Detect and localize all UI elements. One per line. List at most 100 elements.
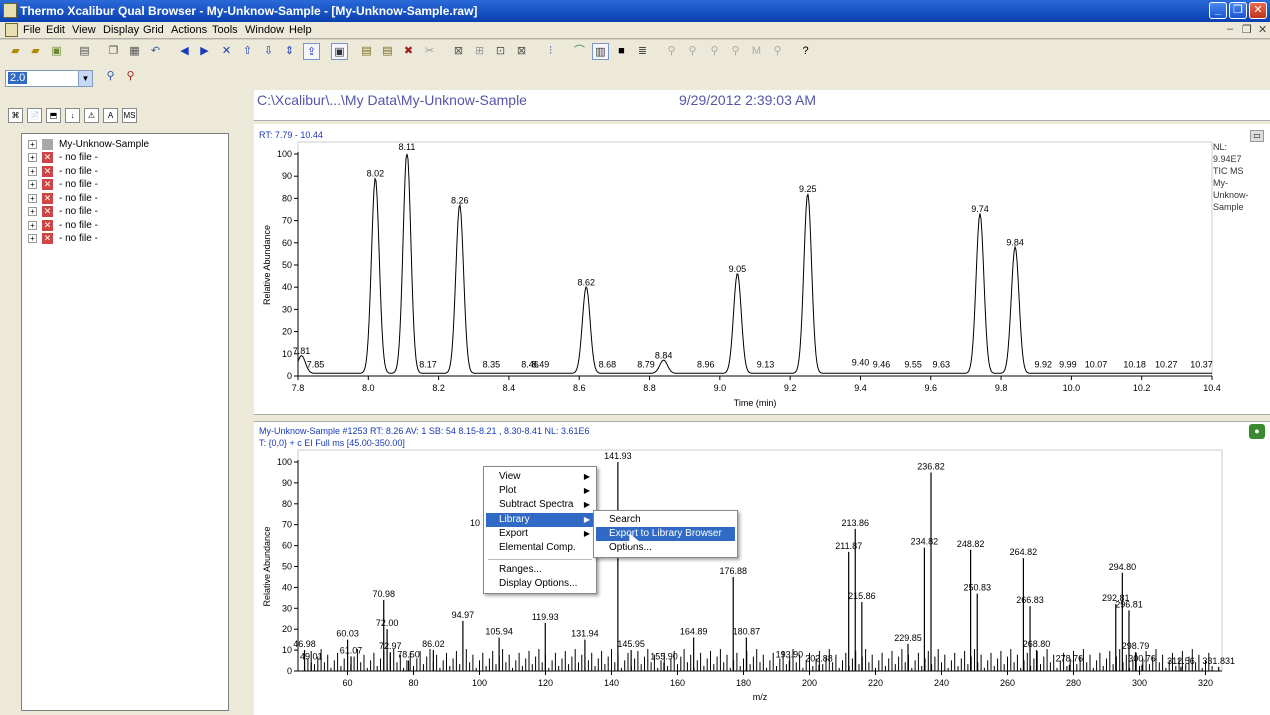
menu-item-export-to-library-browser[interactable]: Export to Library Browser: [596, 527, 735, 541]
mdi-close-button[interactable]: ✕: [1258, 23, 1267, 36]
tree-item-no-file[interactable]: + ✕ - no file -: [28, 233, 98, 246]
no-file-icon: ✕: [42, 166, 53, 177]
peak-tool-4-icon: ⚲: [731, 45, 740, 57]
zoom-factor-dropdown[interactable]: 2.0 ▼: [5, 70, 93, 87]
expand-icon[interactable]: +: [28, 180, 37, 189]
menu-item-options[interactable]: Options...: [596, 541, 735, 555]
peak-label: 8.68: [599, 360, 617, 370]
menu-grid[interactable]: Grid: [143, 24, 164, 36]
grid-insert-right-icon[interactable]: ▤: [379, 43, 396, 60]
tree-item-no-file[interactable]: + ✕ - no file -: [28, 220, 98, 233]
menu-item-plot[interactable]: Plot ▶: [486, 484, 594, 498]
tree-item-no-file[interactable]: + ✕ - no file -: [28, 206, 98, 219]
help-icon[interactable]: ?: [797, 43, 814, 60]
pane-splitter[interactable]: [242, 90, 254, 715]
info-tab-4-icon[interactable]: ↓: [65, 108, 80, 123]
grid-split-icon[interactable]: ⊞: [471, 43, 488, 60]
expand-icon[interactable]: +: [28, 207, 37, 216]
menu-item-library[interactable]: Library ▶: [486, 513, 594, 527]
menu-item-subtract-spectra[interactable]: Subtract Spectra ▶: [486, 498, 594, 512]
menu-help[interactable]: Help: [289, 24, 312, 36]
tree-item-no-file[interactable]: + ✕ - no file -: [28, 152, 98, 165]
chromatogram-plot[interactable]: RT: 7.79 - 10.44 0 10 20 30 40 50 60 70 80 90 100 7.…: [254, 124, 1270, 414]
chevron-down-icon[interactable]: ▼: [78, 71, 92, 86]
chromatogram-view-icon[interactable]: ⌒: [571, 43, 588, 60]
ms-peak-label: 145.95: [617, 639, 645, 649]
menu-item-export[interactable]: Export ▶: [486, 527, 594, 541]
tree-item-no-file[interactable]: + ✕ - no file -: [28, 166, 98, 179]
expand-icon[interactable]: +: [28, 167, 37, 176]
x-tick-label: 200: [802, 678, 817, 688]
menu-item-ranges[interactable]: Ranges...: [486, 563, 594, 577]
open-folder-icon[interactable]: ▰: [27, 43, 44, 60]
info-tab-1-icon[interactable]: ⌘: [8, 108, 23, 123]
menu-display[interactable]: Display: [103, 24, 139, 36]
print-icon[interactable]: ▤: [76, 43, 93, 60]
active-cell-icon[interactable]: ●: [1249, 424, 1265, 439]
document-icon[interactable]: [5, 23, 18, 37]
info-tab-ms-icon[interactable]: MS: [122, 108, 137, 123]
grid-fit-icon[interactable]: ⊠: [513, 43, 530, 60]
info-tab-3-icon[interactable]: ⬒: [46, 108, 61, 123]
menu-item-search[interactable]: Search: [596, 513, 735, 527]
down-icon[interactable]: ⇩: [260, 43, 277, 60]
report-view-icon[interactable]: ≣: [634, 43, 651, 60]
up-icon[interactable]: ⇧: [239, 43, 256, 60]
previous-icon[interactable]: ◀: [176, 43, 193, 60]
copy-icon[interactable]: ❐: [105, 43, 122, 60]
menu-edit[interactable]: Edit: [46, 24, 65, 36]
grid-insert-icon[interactable]: ▤: [358, 43, 375, 60]
mass-spectrum-plot[interactable]: My-Unknow-Sample #1253 RT: 8.26 AV: 1 SB…: [254, 422, 1270, 715]
open-icon[interactable]: ▰: [7, 43, 24, 60]
next-icon[interactable]: ▶: [196, 43, 213, 60]
peak-label: 9.05: [729, 264, 747, 274]
zoom-in-icon[interactable]: ⚲: [102, 68, 119, 85]
menu-file[interactable]: File: [23, 24, 41, 36]
zoom-out-icon[interactable]: ⚲: [122, 68, 139, 85]
menu-item-view[interactable]: View ▶: [486, 470, 594, 484]
maximize-button[interactable]: ❐: [1229, 2, 1247, 19]
cell-splitter[interactable]: [254, 414, 1270, 422]
info-tab-6-icon[interactable]: A: [103, 108, 118, 123]
ms-peak-label: 46.98: [293, 639, 316, 649]
x-tick-label: 8.0: [362, 383, 375, 393]
pin-view-icon[interactable]: ▣: [331, 43, 348, 60]
expand-icon[interactable]: +: [28, 234, 37, 243]
info-tab-5-icon[interactable]: ⚠: [84, 108, 99, 123]
x-tick-label: 9.2: [784, 383, 797, 393]
y-tick-label: 100: [277, 149, 292, 159]
close-button[interactable]: ✕: [1249, 2, 1267, 19]
ms-peak-label: 250.83: [963, 583, 991, 593]
minimize-button[interactable]: _: [1209, 2, 1227, 19]
menu-tools[interactable]: Tools: [212, 24, 238, 36]
expand-icon[interactable]: +: [28, 221, 37, 230]
mdi-restore-button[interactable]: ❐: [1242, 23, 1252, 36]
expand-icon[interactable]: ✕: [218, 43, 235, 60]
up-down-icon[interactable]: ⇕: [281, 43, 298, 60]
map-view-icon[interactable]: ■: [613, 43, 630, 60]
paste-icon[interactable]: ▦: [126, 43, 143, 60]
grid-delete-icon[interactable]: ✖: [400, 43, 417, 60]
menu-actions[interactable]: Actions: [171, 24, 207, 36]
pin-icon[interactable]: ▭: [1250, 130, 1264, 142]
tree-item-no-file[interactable]: + ✕ - no file -: [28, 193, 98, 206]
menu-window[interactable]: Window: [245, 24, 284, 36]
grid-layout-icon[interactable]: ⊠: [450, 43, 467, 60]
menu-view[interactable]: View: [72, 24, 96, 36]
undo-icon[interactable]: ↶: [147, 43, 164, 60]
tree-item-no-file[interactable]: + ✕ - no file -: [28, 179, 98, 192]
grid-center-icon[interactable]: ⊡: [492, 43, 509, 60]
info-tab-2-icon[interactable]: 📄: [27, 108, 42, 123]
menu-item-display-options[interactable]: Display Options...: [486, 577, 594, 591]
scale-icon[interactable]: ⇪: [303, 43, 320, 60]
mdi-minimize-button[interactable]: –: [1227, 23, 1233, 35]
menu-item-elemental-comp[interactable]: Elemental Comp.: [486, 541, 594, 555]
expand-icon[interactable]: +: [28, 194, 37, 203]
spectrum-view-icon[interactable]: ▥: [592, 43, 609, 60]
spectrum-list-icon[interactable]: ⫶: [542, 43, 559, 60]
save-icon[interactable]: ▣: [48, 43, 65, 60]
sample-icon: [42, 139, 53, 150]
expand-icon[interactable]: +: [28, 140, 37, 149]
tree-item-sample[interactable]: + My-Unknow-Sample: [28, 139, 149, 152]
expand-icon[interactable]: +: [28, 153, 37, 162]
